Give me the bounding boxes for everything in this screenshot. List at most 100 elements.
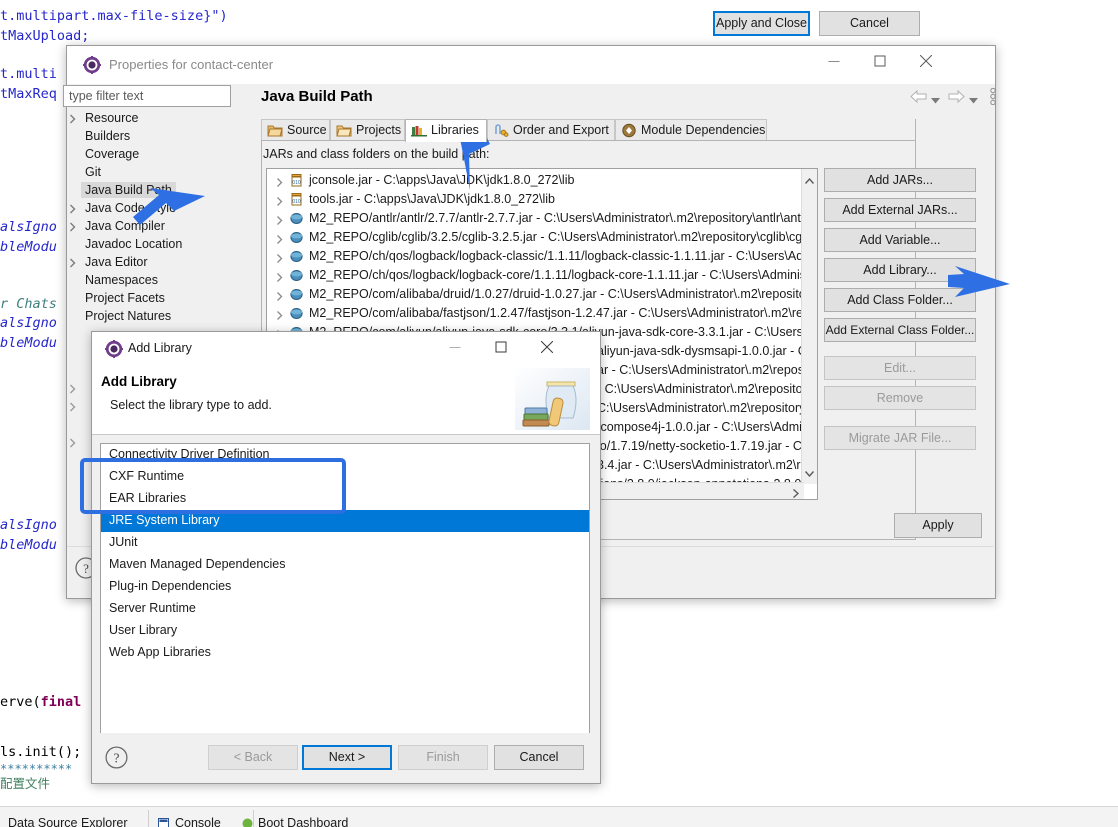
list-item[interactable]: Plug-in Dependencies — [101, 576, 589, 598]
jar-label: M2_REPO/antlr/antlr/2.7.7/antlr-2.7.7.ja… — [309, 211, 805, 225]
migrate-jar-file-button: Migrate JAR File... — [824, 426, 976, 450]
tree-item-project-natures[interactable]: Project Natures — [63, 308, 248, 326]
tree-item-namespaces[interactable]: Namespaces — [63, 272, 248, 290]
table-row[interactable]: M2_REPO/com/alibaba/fastjson/1.2.47/fast… — [267, 304, 805, 323]
apply-and-close-button[interactable]: Apply and Close — [713, 11, 810, 36]
chevron-right-icon[interactable] — [68, 258, 77, 268]
scroll-down-icon[interactable] — [805, 466, 814, 480]
chevron-right-icon[interactable] — [275, 271, 284, 280]
table-row[interactable]: M2_REPO/ch/qos/logback/logback-classic/1… — [267, 247, 805, 266]
chevron-down-icon[interactable] — [969, 93, 978, 107]
search-input[interactable]: type filter text — [63, 85, 231, 107]
chevron-right-icon[interactable] — [68, 204, 77, 214]
list-item[interactable]: User Library — [101, 620, 589, 642]
jar-file-icon: 010 — [289, 192, 304, 207]
chevron-right-icon[interactable] — [275, 252, 284, 261]
table-row[interactable]: M2_REPO/ch/qos/logback/logback-core/1.1.… — [267, 266, 805, 285]
tab-projects[interactable]: Projects — [330, 119, 405, 141]
jar-label: - C:\Users\Administrator\.m2\reposito — [597, 382, 803, 396]
chevron-right-icon[interactable] — [275, 233, 284, 242]
scroll-right-icon[interactable] — [793, 487, 799, 500]
tree-item-javadoc-location[interactable]: Javadoc Location — [63, 236, 248, 254]
table-row[interactable]: M2_REPO/cglib/cglib/3.2.5/cglib-3.2.5.ja… — [267, 228, 805, 247]
tree-item-project-facets[interactable]: Project Facets — [63, 290, 248, 308]
table-row[interactable]: 3.4.jar - C:\Users\Administrator\.m2\re — [597, 456, 807, 475]
chevron-right-icon[interactable] — [68, 402, 77, 412]
next-button[interactable]: Next > — [302, 745, 392, 770]
chevron-right-icon[interactable] — [68, 114, 77, 124]
cancel-button[interactable]: Cancel — [494, 745, 584, 770]
tab-source[interactable]: Source — [261, 119, 330, 141]
add-variable-button[interactable]: Add Variable... — [824, 228, 976, 252]
tree-item-coverage[interactable]: Coverage — [63, 146, 248, 164]
eclipse-properties-icon — [105, 340, 123, 358]
bottom-tab-boot-dashboard[interactable]: Boot Dashboard — [258, 816, 348, 827]
svg-text:010: 010 — [292, 199, 301, 205]
scroll-up-icon[interactable] — [805, 173, 814, 187]
add-library-titlebar: Add Library — [92, 332, 600, 366]
chevron-right-icon[interactable] — [275, 290, 284, 299]
chevron-right-icon[interactable] — [68, 222, 77, 232]
table-row[interactable]: M2_REPO/antlr/antlr/2.7.7/antlr-2.7.7.ja… — [267, 209, 805, 228]
add-class-folder-button[interactable]: Add Class Folder... — [824, 288, 976, 312]
table-row[interactable]: C:\Users\Administrator\.m2\repository — [597, 399, 807, 418]
bottom-view-tabbar[interactable]: Data Source Explorer Console Boot Dashbo… — [0, 806, 1118, 827]
chevron-right-icon[interactable] — [275, 195, 284, 204]
tree-item-builders[interactable]: Builders — [63, 128, 248, 146]
add-external-class-folder-button[interactable]: Add External Class Folder... — [824, 318, 976, 342]
tree-item-git[interactable]: Git — [63, 164, 248, 182]
bottom-tab-data-source-explorer[interactable]: Data Source Explorer — [8, 816, 128, 827]
table-row[interactable]: /compose4j-1.0.0.jar - C:\Users\Admir — [597, 418, 807, 437]
help-question-icon[interactable]: ? — [105, 746, 128, 769]
vertical-scrollbar[interactable] — [801, 169, 817, 484]
close-icon[interactable] — [903, 46, 949, 76]
tree-item-java-code-style[interactable]: Java Code Style — [63, 200, 248, 218]
chevron-right-icon[interactable] — [68, 438, 77, 448]
table-row[interactable]: aliyun-java-sdk-dysmsapi-1.0.0.jar - C: — [597, 342, 807, 361]
build-path-tabs[interactable]: Source Projects Libraries Order and Expo… — [261, 119, 916, 141]
table-row[interactable]: ar - C:\Users\Administrator\.m2\reposi — [597, 361, 807, 380]
svg-text:010: 010 — [292, 180, 301, 186]
bottom-tab-console[interactable]: Console — [175, 816, 221, 827]
tree-item-java-editor[interactable]: Java Editor — [63, 254, 248, 272]
forward-arrow-icon[interactable] — [948, 90, 965, 106]
tree-item-resource[interactable]: Resource — [63, 110, 248, 128]
apply-button[interactable]: Apply — [894, 513, 982, 538]
vertical-dots-icon[interactable] — [990, 88, 996, 108]
minimize-icon[interactable] — [432, 332, 478, 362]
close-icon[interactable] — [524, 332, 570, 362]
chevron-right-icon[interactable] — [68, 384, 77, 394]
chevron-right-icon[interactable] — [275, 309, 284, 318]
chevron-right-icon[interactable] — [275, 176, 284, 185]
add-library-header: Add Library Select the library type to a… — [92, 366, 600, 435]
cancel-button[interactable]: Cancel — [819, 11, 920, 36]
list-item-label: User Library — [109, 623, 177, 637]
tree-item-java-compiler[interactable]: Java Compiler — [63, 218, 248, 236]
table-row[interactable]: 010jconsole.jar - C:\apps\Java\JDK\jdk1.… — [267, 171, 805, 190]
chevron-right-icon[interactable] — [275, 214, 284, 223]
list-item-label: Plug-in Dependencies — [109, 579, 231, 593]
edit-button: Edit... — [824, 356, 976, 380]
maven-jar-icon — [289, 306, 304, 321]
jar-label: tools.jar - C:\apps\Java\JDK\jdk1.8.0_27… — [309, 192, 555, 206]
list-item[interactable]: Server Runtime — [101, 598, 589, 620]
add-external-jars-button[interactable]: Add External JARs... — [824, 198, 976, 222]
maximize-icon[interactable] — [857, 46, 903, 76]
table-row[interactable]: 010 tools.jar - C:\apps\Java\JDK\jdk1.8.0… — [267, 190, 805, 209]
tab-libraries[interactable]: Libraries — [405, 119, 487, 142]
list-item[interactable]: Maven Managed Dependencies — [101, 554, 589, 576]
add-jars-button[interactable]: Add JARs... — [824, 168, 976, 192]
back-arrow-icon[interactable] — [910, 90, 927, 106]
minimize-icon[interactable] — [811, 46, 857, 76]
maximize-icon[interactable] — [478, 332, 524, 362]
chevron-down-icon[interactable] — [931, 93, 940, 107]
table-row[interactable]: io/1.7.19/netty-socketio-1.7.19.jar - C:… — [597, 437, 807, 456]
tab-module-dependencies[interactable]: Module Dependencies — [615, 119, 767, 141]
tree-item-java-build-path[interactable]: Java Build Path — [63, 182, 248, 200]
table-row[interactable]: - C:\Users\Administrator\.m2\reposito — [597, 380, 807, 399]
tab-order-and-export[interactable]: Order and Export — [487, 119, 615, 141]
add-library-button[interactable]: Add Library... — [824, 258, 976, 282]
list-item[interactable]: JUnit — [101, 532, 589, 554]
list-item[interactable]: Web App Libraries — [101, 642, 589, 664]
table-row[interactable]: M2_REPO/com/alibaba/druid/1.0.27/druid-1… — [267, 285, 805, 304]
